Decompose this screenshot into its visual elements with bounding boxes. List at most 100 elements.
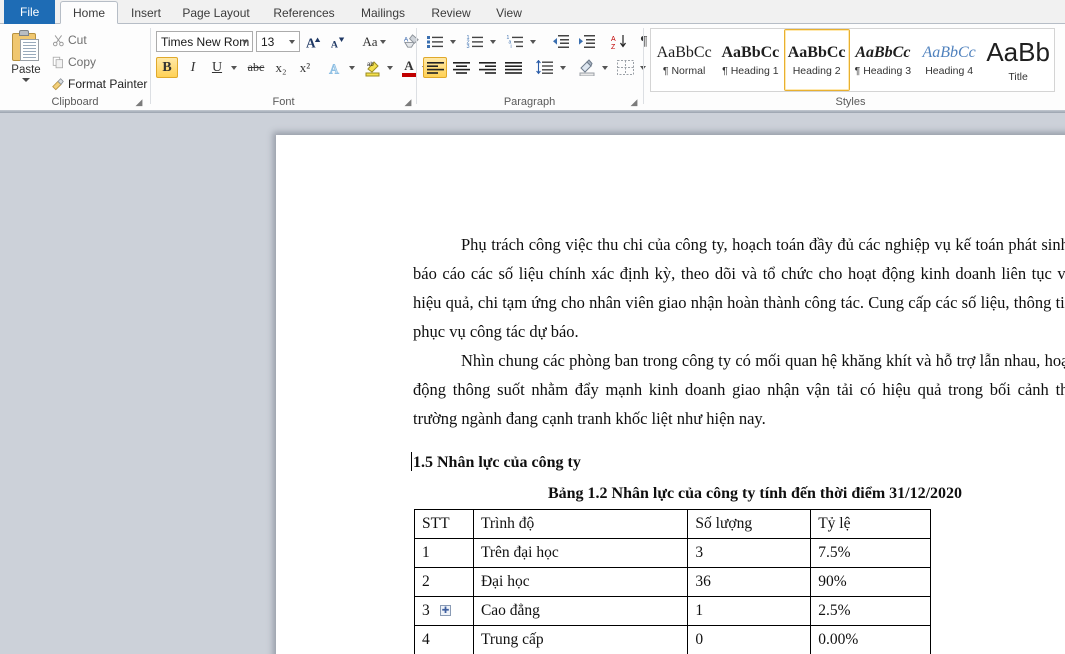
word-window: File Home Insert Page Layout References … (0, 0, 1065, 654)
cut-button[interactable]: Cut (48, 30, 87, 50)
group-clipboard: Paste Cut Copy Format Painter Clipboard … (0, 24, 150, 111)
justify-button[interactable] (501, 57, 525, 78)
paragraph-dialog-launcher[interactable]: ◢ (629, 97, 639, 107)
multilevel-list-dropdown-arrow-icon[interactable] (527, 31, 539, 52)
sort-az-button[interactable]: AZ (607, 31, 631, 52)
svg-text:A: A (306, 35, 316, 50)
strikethrough-button[interactable]: abc (244, 57, 268, 78)
table-cell-tyle: 2.5% (810, 596, 931, 626)
change-case-button[interactable]: Aa (357, 31, 391, 52)
tab-page-layout[interactable]: Page Layout (172, 2, 260, 24)
style-heading-1[interactable]: AaBbCc ¶ Heading 1 (717, 29, 783, 91)
table-move-handle-icon[interactable]: ✚ (440, 605, 451, 616)
table-cell-stt: 1 (414, 538, 474, 568)
svg-text:ab: ab (367, 62, 374, 68)
tab-insert[interactable]: Insert (120, 2, 172, 24)
svg-text:i: i (511, 44, 512, 49)
numbered-list-dropdown-arrow-icon[interactable] (487, 31, 499, 52)
shrink-font-button[interactable]: A (327, 31, 349, 52)
grow-font-button[interactable]: A (303, 31, 325, 52)
copy-icon (48, 56, 68, 69)
table-cell-trinhdo: Trên đại học (472, 538, 689, 568)
tab-review[interactable]: Review (420, 2, 482, 24)
table-cell-trinhdo: Cao đẳng (472, 596, 689, 626)
document-canvas[interactable]: Phụ trách công việc thu chi của công ty,… (0, 113, 1065, 654)
document-page[interactable]: Phụ trách công việc thu chi của công ty,… (276, 135, 1065, 654)
borders-button[interactable] (613, 57, 637, 78)
align-right-button[interactable] (475, 57, 499, 78)
subscript-button[interactable]: x₂ (270, 57, 292, 78)
text-effects-dropdown-arrow-icon[interactable] (346, 57, 358, 78)
line-spacing-dropdown-arrow-icon[interactable] (557, 57, 569, 78)
clipboard-group-label: Clipboard (51, 96, 99, 108)
style-preview-normal: AaBbCc (656, 43, 712, 61)
table-cell-tyle: 90% (810, 567, 931, 597)
numbered-list-button[interactable]: 123 (463, 31, 487, 52)
table-row: 2 Đại học 36 90% (414, 567, 931, 597)
document-body[interactable]: Phụ trách công việc thu chi của công ty,… (411, 230, 1065, 654)
style-name-heading-2: Heading 2 (792, 64, 841, 77)
styles-gallery[interactable]: AaBbCc ¶ Normal AaBbCc ¶ Heading 1 AaBbC… (650, 28, 1055, 92)
tab-home[interactable]: Home (60, 1, 118, 24)
table-cell-tyle: 0.00% (810, 625, 931, 654)
group-font: Times New Rom 13 A A Aa A B I U abc x₂ x… (151, 24, 428, 111)
font-color-swatch (401, 72, 417, 77)
align-left-button[interactable] (423, 57, 447, 78)
table-cell-soluong: 1 (687, 596, 812, 626)
bullet-list-button[interactable] (423, 31, 447, 52)
svg-text:Z: Z (611, 44, 616, 50)
text-highlight-dropdown-arrow-icon[interactable] (384, 57, 396, 78)
personnel-table[interactable]: STT Trình độ Số lượng Tỷ lệ 1 Trên đại h… (414, 509, 931, 654)
table-cell-tyle: 7.5% (810, 538, 931, 568)
style-title[interactable]: AaBb Title (982, 29, 1054, 91)
shading-button[interactable] (575, 57, 599, 78)
ribbon-tab-strip: File Home Insert Page Layout References … (0, 0, 1065, 24)
svg-text:A: A (329, 61, 339, 76)
copy-button[interactable]: Copy (48, 52, 96, 72)
table-header-row: STT Trình độ Số lượng Tỷ lệ (414, 509, 931, 539)
underline-button[interactable]: U (206, 57, 228, 78)
align-center-button[interactable] (449, 57, 473, 78)
increase-indent-button[interactable] (575, 31, 599, 52)
underline-dropdown-arrow-icon[interactable] (228, 57, 240, 78)
scissors-icon (48, 34, 68, 47)
table-caption: Bảng 1.2 Nhân lực của công ty tính đến t… (547, 485, 963, 502)
shading-dropdown-arrow-icon[interactable] (599, 57, 611, 78)
paste-label: Paste (11, 64, 41, 76)
clipboard-dialog-launcher[interactable]: ◢ (134, 97, 144, 107)
tab-mailings[interactable]: Mailings (348, 2, 418, 24)
paintbrush-icon (48, 77, 68, 91)
font-size-combo[interactable]: 13 (256, 31, 300, 52)
text-highlight-button[interactable]: ab (362, 57, 384, 78)
font-group-label: Font (272, 96, 295, 108)
style-normal[interactable]: AaBbCc ¶ Normal (651, 29, 717, 91)
tab-view[interactable]: View (484, 2, 534, 24)
tab-references[interactable]: References (262, 2, 346, 24)
bullet-list-dropdown-arrow-icon[interactable] (447, 31, 459, 52)
multilevel-list-button[interactable]: 1ai (503, 31, 527, 52)
font-name-value: Times New Rom (161, 34, 250, 49)
decrease-indent-button[interactable] (549, 31, 573, 52)
styles-group-label: Styles (835, 96, 866, 108)
style-heading-3[interactable]: AaBbCc ¶ Heading 3 (850, 29, 916, 91)
paste-dropdown-arrow-icon[interactable] (22, 78, 30, 82)
text-effects-button[interactable]: A (324, 57, 346, 78)
style-heading-4[interactable]: AaBbCc Heading 4 (916, 29, 982, 91)
style-heading-2[interactable]: AaBbCc Heading 2 (783, 29, 850, 91)
tab-file[interactable]: File (4, 0, 56, 24)
paragraph-2: Nhìn chung các phòng ban trong công ty c… (413, 351, 1065, 428)
format-painter-label: Format Painter (68, 77, 148, 91)
table-header-trinhdo: Trình độ (472, 509, 689, 539)
italic-button[interactable]: I (182, 57, 204, 78)
bold-button[interactable]: B (156, 57, 178, 78)
table-cell-stt: 2 (414, 567, 474, 597)
paragraph-group-label: Paragraph (503, 96, 556, 108)
paste-button[interactable]: Paste (4, 28, 48, 94)
line-spacing-button[interactable] (533, 57, 557, 78)
font-dialog-launcher[interactable]: ◢ (403, 97, 413, 107)
font-name-combo[interactable]: Times New Rom (156, 31, 253, 52)
superscript-button[interactable]: x² (294, 57, 316, 78)
style-name-title: Title (1008, 71, 1028, 83)
format-painter-button[interactable]: Format Painter (48, 74, 147, 94)
style-name-normal: ¶ Normal (662, 64, 706, 77)
